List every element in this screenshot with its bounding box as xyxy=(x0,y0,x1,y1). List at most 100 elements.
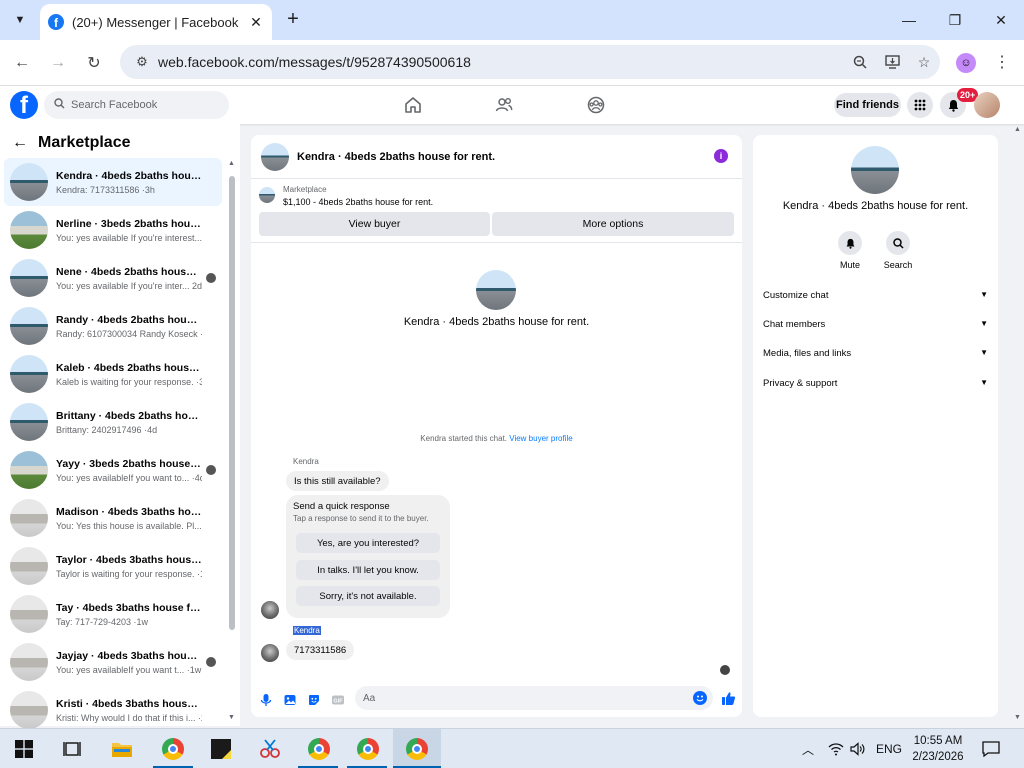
facebook-search-input[interactable] xyxy=(71,99,221,111)
quick-response-button[interactable]: In talks. I'll let you know. xyxy=(296,560,440,580)
chrome-profile-icon[interactable] xyxy=(161,737,185,761)
mute-bell-icon[interactable] xyxy=(838,231,862,255)
close-window-icon[interactable]: ✕ xyxy=(978,0,1024,40)
details-thumbnail[interactable] xyxy=(851,146,899,194)
gif-icon[interactable]: GIF xyxy=(331,693,345,707)
chat-panel: Kendra · 4beds 2baths house for rent. i … xyxy=(251,135,742,717)
menu-grid-icon[interactable] xyxy=(907,92,933,118)
conversation-item[interactable]: Brittany · 4beds 2baths house f... Britta… xyxy=(4,398,222,446)
conversation-item[interactable]: Kristi · 4beds 3baths house for ... Krist… xyxy=(4,686,222,734)
browser-tab[interactable]: f (20+) Messenger | Facebook ✕ xyxy=(40,4,272,40)
chrome-profile-icon[interactable] xyxy=(356,737,380,761)
like-thumbs-up-icon[interactable] xyxy=(721,691,736,706)
facebook-search-box[interactable] xyxy=(44,91,229,119)
info-icon[interactable]: i xyxy=(714,149,728,163)
conversation-item[interactable]: Kaleb · 4beds 2baths house for... Kaleb i… xyxy=(4,350,222,398)
friends-icon[interactable] xyxy=(494,95,514,115)
listing-thumbnail xyxy=(10,355,48,393)
photo-icon[interactable] xyxy=(283,693,297,707)
windows-start-icon[interactable] xyxy=(12,737,36,761)
sidebar-scroll-up-icon[interactable]: ▲ xyxy=(228,160,235,167)
conversation-item[interactable]: Kendra · 4beds 2baths house f... Kendra: … xyxy=(4,158,222,206)
back-arrow-icon[interactable]: ← xyxy=(12,134,28,152)
volume-icon[interactable] xyxy=(850,729,866,768)
conversation-item[interactable]: Nene · 4beds 2baths house f... You: yes a… xyxy=(4,254,222,302)
page-scroll-up-icon[interactable]: ▲ xyxy=(1014,126,1021,133)
chat-members-section[interactable]: Chat members ▼ xyxy=(763,319,988,330)
mute-action[interactable]: Mute xyxy=(830,231,870,270)
sender-avatar[interactable] xyxy=(261,644,279,662)
sidebar-scrollbar[interactable] xyxy=(229,176,235,630)
privacy-support-section[interactable]: Privacy & support ▼ xyxy=(763,378,988,389)
url-text[interactable]: web.facebook.com/messages/t/952874390500… xyxy=(158,54,844,70)
listing-price-title[interactable]: $1,100 - 4beds 2baths house for rent. xyxy=(283,197,433,207)
more-options-button[interactable]: More options xyxy=(492,212,734,236)
conversation-item[interactable]: Taylor · 4beds 3baths house fo... Taylor … xyxy=(4,542,222,590)
listing-thumbnail xyxy=(10,307,48,345)
sender-name: Kendra xyxy=(293,626,321,635)
browser-profile-avatar[interactable]: ☺ xyxy=(956,53,976,73)
customize-chat-section[interactable]: Customize chat ▼ xyxy=(763,290,988,301)
groups-icon[interactable] xyxy=(586,95,606,115)
view-buyer-profile-link[interactable]: View buyer profile xyxy=(509,434,572,443)
conversation-item[interactable]: Madison · 4beds 3baths house ... You: Yes… xyxy=(4,494,222,542)
find-friends-button[interactable]: Find friends xyxy=(834,93,901,117)
task-view-icon[interactable] xyxy=(60,737,84,761)
page-scrollbar[interactable]: ▲ ▼ xyxy=(1012,124,1024,726)
listing-mini-thumbnail xyxy=(259,187,275,203)
close-tab-icon[interactable]: ✕ xyxy=(248,14,264,31)
conversation-item[interactable]: Jayjay · 4beds 3baths house ... You: yes … xyxy=(4,638,222,686)
quick-response-button[interactable]: Sorry, it's not available. xyxy=(296,586,440,606)
bookmark-star-icon[interactable]: ☆ xyxy=(908,54,940,71)
emoji-icon[interactable] xyxy=(693,691,707,705)
chrome-active-window-icon[interactable] xyxy=(405,737,429,761)
view-buyer-button[interactable]: View buyer xyxy=(259,212,490,236)
conversation-item[interactable]: Randy · 4beds 2baths house fo... Randy: 6… xyxy=(4,302,222,350)
quick-response-button[interactable]: Yes, are you interested? xyxy=(296,533,440,553)
compose-bar: GIF xyxy=(251,683,742,717)
conversation-item[interactable]: Nerline · 3beds 2baths house f... You: ye… xyxy=(4,206,222,254)
tab-search-dropdown-icon[interactable]: ▼ xyxy=(8,8,32,32)
page-scroll-down-icon[interactable]: ▼ xyxy=(1014,714,1021,721)
browser-menu-icon[interactable]: ⋮ xyxy=(992,52,1012,74)
conversation-preview: Kristi: Why would I do that if this i...… xyxy=(56,712,202,723)
system-clock[interactable]: 10:55 AM 2/23/2026 xyxy=(906,733,970,765)
notification-center-icon[interactable] xyxy=(982,729,1000,768)
chat-title[interactable]: Kendra · 4beds 2baths house for rent. xyxy=(297,151,495,163)
message-input[interactable] xyxy=(363,692,673,704)
back-icon[interactable]: ← xyxy=(9,50,35,76)
microphone-icon[interactable] xyxy=(259,693,273,707)
restore-window-icon[interactable]: ❐ xyxy=(932,0,978,40)
snipping-tool-icon[interactable] xyxy=(258,737,282,761)
message-input-box[interactable] xyxy=(355,686,713,710)
install-app-icon[interactable] xyxy=(876,55,908,69)
home-icon[interactable] xyxy=(403,95,423,115)
new-tab-button[interactable]: + xyxy=(282,8,304,30)
chrome-icon[interactable] xyxy=(307,737,331,761)
conversation-list: Kendra · 4beds 2baths house f... Kendra: … xyxy=(4,158,222,734)
file-explorer-icon[interactable] xyxy=(110,737,134,761)
sidebar-scroll-down-icon[interactable]: ▼ xyxy=(228,714,235,721)
media-files-links-section[interactable]: Media, files and links ▼ xyxy=(763,348,988,359)
reload-icon[interactable]: ↻ xyxy=(81,50,107,76)
forward-icon[interactable]: → xyxy=(45,50,71,76)
zoom-icon[interactable] xyxy=(844,55,876,69)
conversation-item[interactable]: Yayy · 3beds 2baths house fo... You: yes … xyxy=(4,446,222,494)
facebook-header: f Find friends 20+ xyxy=(0,86,1024,124)
address-bar[interactable]: ⚙ web.facebook.com/messages/t/9528743905… xyxy=(120,45,940,79)
profile-avatar[interactable] xyxy=(974,92,1000,118)
search-icon[interactable] xyxy=(886,231,910,255)
site-settings-icon[interactable]: ⚙ xyxy=(128,54,156,70)
facebook-logo-icon[interactable]: f xyxy=(10,91,38,119)
search-action[interactable]: Search xyxy=(878,231,918,270)
minimize-window-icon[interactable]: — xyxy=(886,0,932,40)
chat-details-panel: Kendra · 4beds 2baths house for rent. Mu… xyxy=(753,135,998,717)
show-hidden-icons-icon[interactable]: ︿ xyxy=(802,729,814,768)
network-icon[interactable] xyxy=(828,729,844,768)
sender-avatar[interactable] xyxy=(261,601,279,619)
input-language[interactable]: ENG xyxy=(876,729,902,768)
sticky-notes-icon[interactable] xyxy=(209,737,233,761)
chat-listing-thumbnail[interactable] xyxy=(261,142,289,171)
conversation-item[interactable]: Tay · 4beds 3baths house for re... Tay: 7… xyxy=(4,590,222,638)
sticker-icon[interactable] xyxy=(307,693,321,707)
